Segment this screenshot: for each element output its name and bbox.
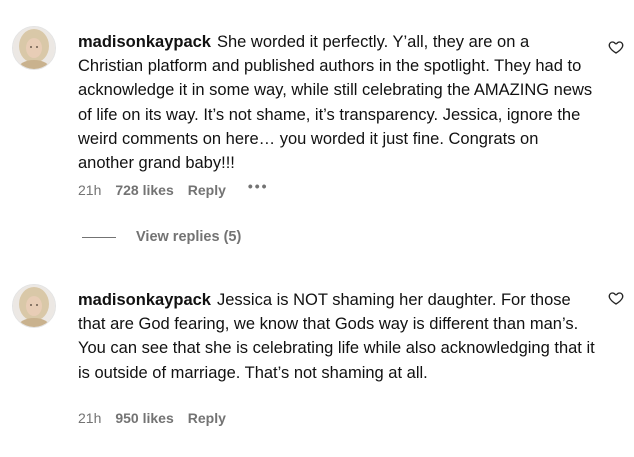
view-replies-label: View replies (5): [136, 229, 242, 245]
more-options-icon[interactable]: •••: [248, 179, 269, 193]
comment-timestamp[interactable]: 21h: [78, 182, 101, 198]
comment-body: madisonkaypack Jessica is NOT shaming her…: [78, 288, 598, 385]
comment-meta: 21h 728 likes Reply •••: [78, 179, 269, 198]
comment-meta: 21h 950 likes Reply: [78, 410, 248, 426]
comment-username[interactable]: madisonkaypack: [78, 33, 211, 51]
view-replies-divider: [82, 236, 116, 238]
heart-icon[interactable]: [608, 290, 624, 306]
comment-body: madisonkaypack She worded it perfectly. Y…: [78, 30, 598, 175]
comment-timestamp[interactable]: 21h: [78, 410, 101, 426]
avatar[interactable]: [12, 26, 56, 70]
avatar-image: [13, 285, 55, 327]
comment-text: She worded it perfectly. Y’all, they are…: [78, 33, 593, 173]
reply-button[interactable]: Reply: [188, 410, 226, 426]
avatar[interactable]: [12, 284, 56, 328]
comment-likes-count[interactable]: 728 likes: [115, 182, 173, 198]
reply-button[interactable]: Reply: [188, 182, 226, 198]
comment-username[interactable]: madisonkaypack: [78, 291, 211, 309]
heart-icon[interactable]: [608, 39, 624, 55]
view-replies-button[interactable]: View replies (5): [82, 229, 241, 245]
avatar-image: [13, 27, 55, 69]
comment-likes-count[interactable]: 950 likes: [115, 410, 173, 426]
